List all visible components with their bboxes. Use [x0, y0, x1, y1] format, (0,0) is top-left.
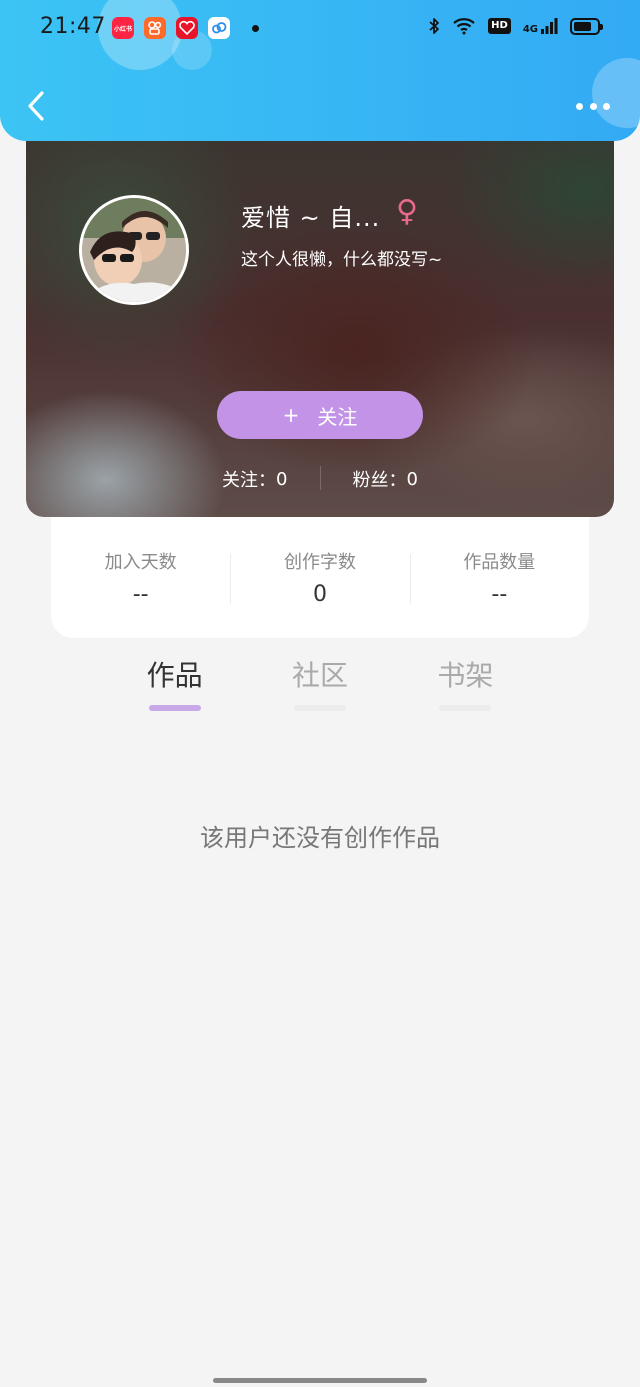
stat-value: --	[132, 582, 149, 607]
wifi-icon	[453, 18, 475, 35]
stat-join-days: 加入天数 --	[51, 548, 230, 607]
xiaohongshu-icon: 小红书	[112, 17, 134, 39]
profile-banner: 爱惜 ~ 自... ♀ 这个人很懒，什么都没写~ + 关注 关注： 0 粉丝： …	[26, 120, 614, 517]
plus-icon: +	[282, 403, 300, 427]
tab-label: 书架	[437, 659, 494, 692]
tab-indicator	[293, 705, 346, 711]
more-horizontal-icon	[576, 102, 583, 110]
more-options-button[interactable]	[576, 94, 610, 118]
xiaohongshu-icon-label: 小红书	[113, 25, 132, 33]
top-header: 21:47 小红书 HD 4G	[0, 0, 640, 141]
tab-community[interactable]: 社区	[247, 656, 392, 716]
following-count[interactable]: 关注： 0	[222, 466, 287, 492]
stats-card: 加入天数 -- 创作字数 0 作品数量 --	[51, 517, 589, 638]
cellular-signal-icon: 4G	[523, 17, 558, 35]
back-button[interactable]	[22, 88, 50, 124]
hd-badge: HD	[488, 18, 511, 34]
bio-text: 这个人很懒，什么都没写~	[241, 250, 443, 270]
followers-label: 粉丝：	[352, 470, 407, 491]
tab-works[interactable]: 作品	[102, 656, 247, 716]
stat-word-count: 创作字数 0	[230, 548, 409, 607]
stat-value: 0	[312, 582, 327, 607]
status-time: 21:47	[40, 14, 106, 39]
baihe-icon	[176, 17, 198, 39]
count-divider	[319, 466, 321, 490]
kuaishou-icon	[144, 17, 166, 39]
following-label: 关注：	[222, 470, 277, 491]
stat-works-count: 作品数量 --	[409, 548, 589, 607]
notification-more-dot	[252, 24, 259, 32]
status-indicators: HD 4G	[428, 17, 603, 35]
follow-button-label: 关注	[317, 404, 358, 429]
stat-label: 作品数量	[463, 552, 536, 573]
bluetooth-icon	[429, 18, 440, 34]
following-value: 0	[276, 468, 288, 490]
tab-label: 作品	[146, 659, 203, 692]
tab-indicator	[439, 705, 492, 711]
followers-count[interactable]: 粉丝： 0	[353, 466, 418, 492]
content-tabs: 作品 社区 书架	[102, 656, 538, 716]
chevron-left-icon	[28, 91, 44, 121]
battery-level	[574, 21, 591, 31]
more-horizontal-icon	[589, 102, 597, 110]
follow-button[interactable]: + 关注	[217, 391, 423, 439]
battery-icon	[570, 17, 603, 35]
stat-label: 创作字数	[283, 552, 356, 573]
tab-bookshelf[interactable]: 书架	[393, 656, 538, 716]
female-gender-icon: ♀	[396, 194, 418, 229]
followers-value: 0	[406, 468, 418, 490]
more-horizontal-icon	[603, 102, 610, 110]
tab-indicator	[148, 705, 201, 711]
stat-value: --	[491, 582, 508, 607]
network-type: 4G	[522, 24, 538, 35]
empty-state-message: 该用户还没有创作作品	[200, 824, 440, 852]
follow-counts: 关注： 0 粉丝： 0	[26, 466, 614, 492]
avatar[interactable]	[79, 195, 189, 305]
home-indicator[interactable]	[213, 1378, 427, 1383]
stat-label: 加入天数	[104, 552, 177, 573]
cloud-app-icon	[208, 17, 230, 39]
notification-app-icons: 小红书	[112, 17, 259, 39]
tab-label: 社区	[291, 659, 348, 692]
avatar-photo	[82, 198, 186, 302]
nickname: 爱惜 ~ 自...	[241, 204, 381, 232]
